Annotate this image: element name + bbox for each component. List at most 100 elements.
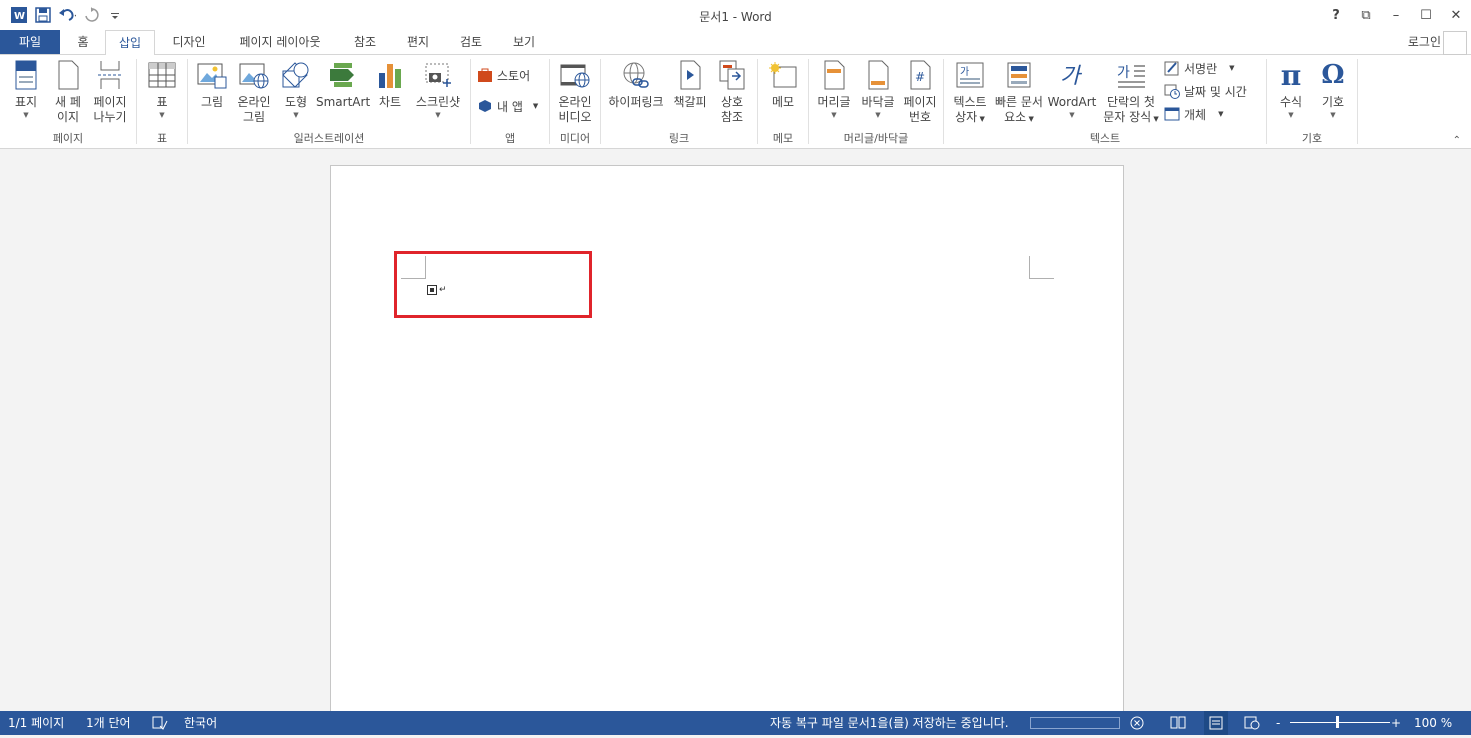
symbol-button[interactable]: Ω 기호 ▼ [1313, 59, 1353, 120]
picture-button[interactable]: 그림 [194, 59, 230, 110]
maximize-button[interactable]: ☐ [1411, 0, 1441, 30]
tab-file[interactable]: 파일 [0, 30, 60, 54]
svg-text:가: 가 [960, 66, 969, 78]
footer-button[interactable]: 바닥글 ▼ [857, 59, 899, 120]
bookmark-icon [674, 59, 706, 91]
text-box-button[interactable]: 가 텍스트 상자 ▼ [948, 59, 992, 127]
blank-page-button[interactable]: 새 페 이지 [48, 59, 88, 125]
wordart-icon: 가 [1056, 59, 1088, 91]
date-time-label: 날짜 및 시간 [1184, 84, 1247, 99]
word-count[interactable]: 1개 단어 [86, 711, 131, 735]
chart-button[interactable]: 차트 [372, 59, 408, 110]
group-comments: 메모 메모 [758, 55, 808, 148]
object-label: 개체 [1184, 107, 1207, 122]
svg-text:가: 가 [1117, 65, 1130, 81]
zoom-slider[interactable] [1290, 722, 1390, 723]
tab-view[interactable]: 보기 [502, 30, 546, 54]
shapes-label: 도형 [284, 95, 308, 109]
header-button[interactable]: 머리글 ▼ [813, 59, 855, 120]
avatar[interactable] [1443, 31, 1467, 55]
picture-icon [196, 59, 228, 91]
online-video-button[interactable]: 온라인 비디오 [554, 59, 596, 125]
store-icon [478, 68, 492, 82]
pi-icon: π [1280, 58, 1302, 92]
blank-page-icon [52, 59, 84, 91]
title-bar: W 문서1 - Word ? ⧉ – ☐ ✕ [0, 0, 1471, 30]
comment-label: 메모 [771, 95, 795, 109]
zoom-slider-thumb[interactable] [1336, 716, 1339, 728]
bookmark-button[interactable]: 책갈피 [671, 59, 709, 110]
text-box-label-1: 텍스트 [953, 95, 987, 109]
page-break-icon [94, 59, 126, 91]
proofing-icon[interactable] [152, 711, 168, 735]
cover-page-icon [10, 59, 42, 91]
object-button[interactable]: 개체 ▼ [1164, 104, 1223, 124]
tab-design[interactable]: 디자인 [160, 30, 218, 54]
tab-references[interactable]: 참조 [343, 30, 387, 54]
close-button[interactable]: ✕ [1441, 0, 1471, 30]
document-page[interactable]: ↵ [330, 165, 1124, 712]
read-mode-icon[interactable] [1170, 711, 1186, 735]
print-layout-icon[interactable] [1204, 711, 1228, 735]
tab-mailings[interactable]: 편지 [396, 30, 440, 54]
cross-reference-label-2: 참조 [720, 110, 744, 124]
zoom-out-button[interactable]: - [1276, 711, 1280, 735]
cross-reference-label-1: 상호 [720, 95, 744, 109]
shapes-button[interactable]: 도형 ▼ [278, 59, 314, 120]
tab-review[interactable]: 검토 [449, 30, 493, 54]
my-apps-label: 내 앱 [497, 99, 523, 114]
date-time-button[interactable]: 날짜 및 시간 [1164, 81, 1247, 101]
smartart-icon [327, 59, 359, 91]
group-media-label: 미디어 [559, 132, 591, 145]
group-header-footer: 머리글 ▼ 바닥글 ▼ # 페이지 번호 머리글/바닥글 [809, 55, 943, 148]
help-icon[interactable]: ? [1321, 0, 1351, 30]
screenshot-button[interactable]: 스크린샷 ▼ [410, 59, 466, 120]
quick-parts-icon [1003, 59, 1035, 91]
collapse-ribbon-icon[interactable]: ⌃ [1453, 135, 1461, 146]
online-picture-label-2: 그림 [242, 110, 266, 124]
ribbon-options-icon[interactable]: ⧉ [1351, 0, 1381, 30]
cover-page-button[interactable]: 표지 ▼ [6, 59, 46, 120]
window-title: 문서1 - Word [699, 10, 772, 24]
login-link[interactable]: 로그인 [1408, 30, 1441, 54]
tab-insert[interactable]: 삽입 [105, 30, 155, 56]
drop-cap-label-1: 단락의 첫 [1107, 95, 1155, 109]
minimize-button[interactable]: – [1381, 0, 1411, 30]
store-button[interactable]: 스토어 [477, 65, 530, 85]
smartart-button[interactable]: SmartArt [316, 59, 370, 110]
cross-reference-button[interactable]: 상호 참조 [713, 59, 751, 125]
online-video-label-1: 온라인 [558, 95, 592, 109]
language[interactable]: 한국어 [184, 711, 217, 735]
screenshot-icon [422, 59, 454, 91]
comment-button[interactable]: 메모 [764, 59, 802, 110]
page-number-button[interactable]: # 페이지 번호 [899, 59, 941, 125]
page-count[interactable]: 1/1 페이지 [8, 711, 64, 735]
blank-page-label-2: 이지 [56, 110, 80, 124]
wordart-label: WordArt [1047, 95, 1097, 109]
online-video-label-2: 비디오 [558, 110, 592, 124]
drop-cap-button[interactable]: 가 단락의 첫 문자 장식 ▼ [1100, 59, 1162, 127]
group-pages-label: 페이지 [52, 132, 84, 145]
autosave-status: 자동 복구 파일 문서1을(를) 저장하는 중입니다. [770, 716, 1009, 730]
hyperlink-button[interactable]: 하이퍼링크 [603, 59, 669, 110]
chart-icon [374, 59, 406, 91]
equation-button[interactable]: π 수식 ▼ [1271, 59, 1311, 120]
page-break-label-1: 페이지 [93, 95, 127, 109]
zoom-level[interactable]: 100 % [1414, 711, 1452, 735]
my-apps-button[interactable]: 내 앱 ▼ [477, 96, 538, 116]
table-button[interactable]: 표 ▼ [141, 59, 183, 120]
margin-corner-top-right [1029, 256, 1054, 279]
online-picture-button[interactable]: 온라인 그림 [234, 59, 274, 125]
zoom-in-button[interactable]: + [1391, 711, 1401, 735]
cancel-autosave-icon[interactable] [1130, 711, 1144, 735]
page-break-button[interactable]: 페이지 나누기 [88, 59, 132, 125]
group-header-footer-label: 머리글/바닥글 [843, 132, 909, 145]
svg-text:가: 가 [1060, 64, 1083, 89]
tab-layout[interactable]: 페이지 레이아웃 [226, 30, 334, 54]
quick-parts-button[interactable]: 빠른 문서 요소 ▼ [992, 59, 1046, 127]
tab-home[interactable]: 홈 [66, 30, 100, 54]
wordart-button[interactable]: 가 WordArt ▼ [1046, 59, 1098, 120]
group-symbols-label: 기호 [1301, 132, 1323, 145]
signature-line-button[interactable]: 서명란 ▼ [1164, 58, 1235, 78]
web-layout-icon[interactable] [1244, 711, 1260, 735]
